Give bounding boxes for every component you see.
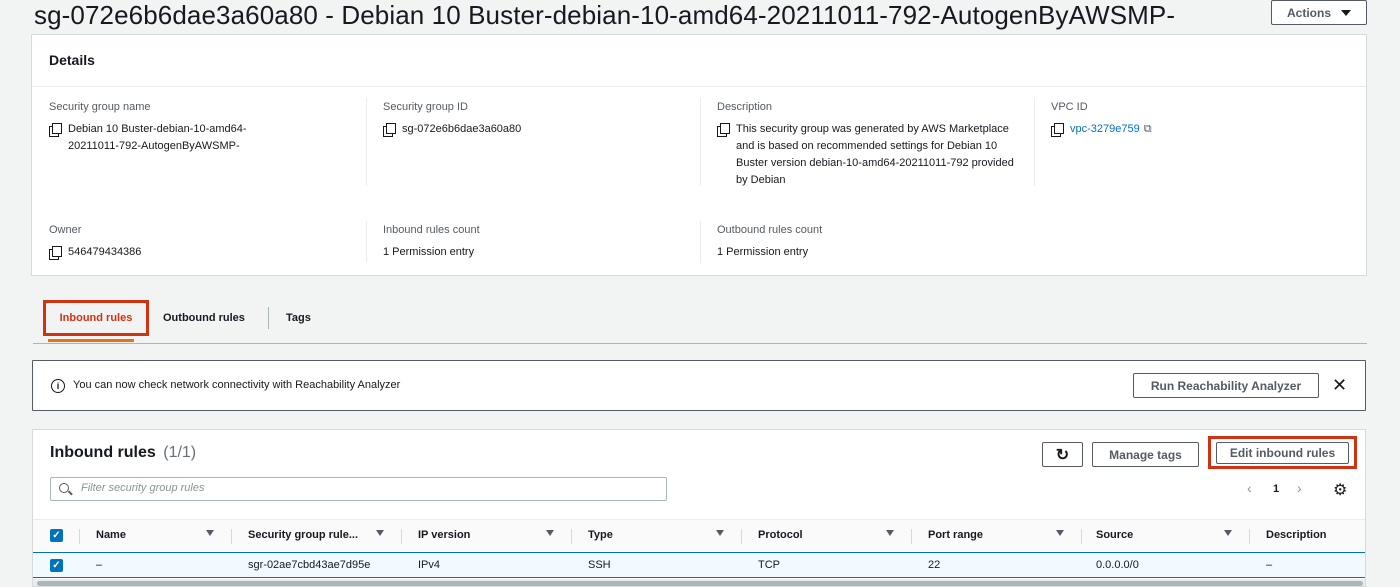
vpc-id-link[interactable]: vpc-3279e759	[1070, 121, 1140, 138]
cell-description: –	[1266, 559, 1273, 571]
caret-down-icon	[1341, 9, 1351, 16]
owner-label: Owner	[49, 224, 82, 236]
inbound-rules-count: (1/1)	[163, 444, 197, 461]
vpc-id-label: VPC ID	[1051, 101, 1088, 113]
cell-rule-id: sgr-02ae7cbd43ae7d95e	[248, 559, 371, 571]
sg-name-label: Security group name	[49, 101, 151, 113]
col-name[interactable]: Name	[96, 529, 126, 541]
sg-name-field: Security group name Debian 10 Buster-deb…	[49, 101, 289, 155]
sort-icon[interactable]	[546, 530, 554, 536]
table-header: ✓ Name Security group rule... IP version…	[33, 519, 1365, 551]
cell-name: –	[96, 559, 103, 571]
filter-search-box[interactable]	[50, 477, 667, 501]
copy-icon[interactable]	[383, 123, 396, 137]
tab-inbound-rules[interactable]: Inbound rules	[43, 300, 149, 342]
description-value: This security group was generated by AWS…	[736, 123, 1014, 186]
inbound-rules-title: Inbound rules	[50, 444, 156, 461]
search-icon	[59, 483, 69, 493]
outbound-count-field: Outbound rules count 1 Permission entry	[717, 224, 997, 261]
sort-icon[interactable]	[1224, 530, 1232, 536]
run-reachability-analyzer-button[interactable]: Run Reachability Analyzer	[1133, 373, 1319, 398]
edit-inbound-rules-highlight: Edit inbound rules	[1208, 436, 1357, 469]
refresh-button[interactable]: ↻	[1042, 442, 1083, 467]
scrollbar-thumb[interactable]	[37, 581, 1363, 586]
tab-outbound-rules[interactable]: Outbound rules	[163, 312, 245, 324]
copy-icon[interactable]	[1051, 123, 1064, 137]
description-field: Description This security group was gene…	[717, 101, 1022, 189]
sort-icon[interactable]	[886, 530, 894, 536]
details-panel: Details Security group name Debian 10 Bu…	[31, 34, 1367, 276]
col-protocol[interactable]: Protocol	[758, 529, 803, 541]
col-source[interactable]: Source	[1096, 529, 1133, 541]
tab-tags[interactable]: Tags	[286, 312, 311, 324]
sort-icon[interactable]	[1056, 530, 1064, 536]
info-icon: i	[51, 379, 65, 393]
outbound-count-label: Outbound rules count	[717, 224, 823, 236]
external-link-icon[interactable]: ⧉	[1144, 121, 1152, 138]
row-checkbox[interactable]: ✓	[50, 559, 63, 572]
cell-port-range: 22	[928, 559, 941, 571]
tab-bar: Inbound rules Outbound rules Tags	[33, 298, 1367, 344]
vpc-id-field: VPC ID vpc-3279e759 ⧉	[1051, 101, 1331, 138]
cell-ip-version: IPv4	[418, 559, 441, 571]
refresh-icon: ↻	[1055, 446, 1070, 464]
manage-tags-button[interactable]: Manage tags	[1092, 442, 1199, 467]
description-label: Description	[717, 101, 773, 113]
inbound-count-value: 1 Permission entry	[383, 246, 475, 258]
edit-inbound-rules-button[interactable]: Edit inbound rules	[1216, 442, 1349, 464]
sort-icon[interactable]	[716, 530, 724, 536]
inbound-count-label: Inbound rules count	[383, 224, 480, 236]
search-input[interactable]	[79, 481, 639, 495]
select-all-checkbox[interactable]: ✓	[50, 529, 63, 542]
sg-id-label: Security group ID	[383, 101, 468, 113]
sort-icon[interactable]	[376, 530, 384, 536]
cell-type: SSH	[588, 559, 611, 571]
inbound-rules-heading: Inbound rules (1/1)	[50, 444, 196, 462]
reachability-flashbar: i You can now check network connectivity…	[32, 360, 1366, 411]
sort-icon[interactable]	[206, 530, 214, 536]
page-number[interactable]: 1	[1273, 483, 1279, 495]
sg-id-value: sg-072e6b6dae3a60a80	[402, 123, 522, 135]
copy-icon[interactable]	[49, 246, 62, 260]
chevron-right-icon[interactable]: ›	[1297, 480, 1302, 496]
owner-value: 546479434386	[68, 246, 142, 258]
actions-button[interactable]: Actions	[1271, 0, 1367, 25]
page-title: sg-072e6b6dae3a60a80 - Debian 10 Buster-…	[34, 0, 1176, 30]
owner-field: Owner 546479434386	[49, 224, 329, 261]
horizontal-scrollbar[interactable]	[33, 579, 1365, 586]
sg-name-value: Debian 10 Buster-debian-10-amd64-2021101…	[68, 123, 247, 152]
actions-label: Actions	[1286, 5, 1331, 20]
col-rule-id[interactable]: Security group rule...	[248, 529, 358, 541]
col-port-range[interactable]: Port range	[928, 529, 983, 541]
chevron-left-icon[interactable]: ‹	[1247, 480, 1252, 496]
inbound-count-field: Inbound rules count 1 Permission entry	[383, 224, 663, 261]
inbound-rules-panel: Inbound rules (1/1) ↻ Manage tags Edit i…	[32, 429, 1366, 587]
outbound-count-value: 1 Permission entry	[717, 246, 809, 258]
details-heading: Details	[32, 35, 1366, 87]
col-type[interactable]: Type	[588, 529, 613, 541]
close-icon[interactable]: ✕	[1332, 373, 1347, 397]
flash-message: You can now check network connectivity w…	[73, 379, 401, 391]
copy-icon[interactable]	[49, 123, 62, 137]
col-description[interactable]: Description	[1266, 529, 1327, 541]
sg-id-field: Security group ID sg-072e6b6dae3a60a80	[383, 101, 663, 138]
copy-icon[interactable]	[717, 123, 730, 137]
cell-protocol: TCP	[758, 559, 780, 571]
gear-icon[interactable]: ⚙	[1333, 480, 1347, 500]
table-row[interactable]: ✓ – sgr-02ae7cbd43ae7d95e IPv4 SSH TCP 2…	[33, 552, 1365, 578]
col-ip-version[interactable]: IP version	[418, 529, 470, 541]
cell-source: 0.0.0.0/0	[1096, 559, 1139, 571]
